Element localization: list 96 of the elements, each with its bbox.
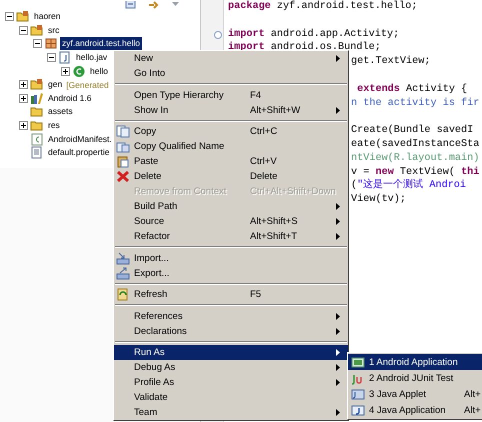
tree-item[interactable]: default.propertie [46, 146, 112, 160]
menu-item[interactable]: Debug As [114, 360, 348, 375]
menu-item[interactable]: Source Alt+Shift+S [114, 214, 348, 229]
submenu-arrow-icon [336, 328, 340, 334]
refresh-icon [116, 288, 130, 301]
tree-item[interactable]: res [46, 119, 62, 132]
menu-item[interactable]: References [114, 308, 348, 324]
submenu-arrow-icon [336, 233, 340, 240]
collapse-all-icon[interactable] [125, 1, 136, 9]
expand-icon[interactable] [19, 80, 28, 90]
folder-icon [30, 119, 44, 132]
code-text: View(tv); [351, 193, 406, 207]
java-file-icon [58, 51, 72, 64]
tree-item[interactable]: assets [46, 105, 75, 118]
menu-item[interactable]: 2 Android JUnit Test [348, 370, 482, 386]
submenu-arrow-icon [336, 106, 340, 114]
link-icon[interactable] [148, 1, 159, 9]
tree-item[interactable]: AndroidManifest. [46, 132, 114, 146]
menu-item[interactable]: Show In Alt+Shift+W [114, 102, 348, 118]
code-text: eate(savedInstanceSta [351, 138, 480, 152]
menu-item[interactable]: 4 Java Application Alt+ [348, 402, 482, 418]
code-text: "这是一个测试 Androi [357, 179, 466, 194]
expand-icon[interactable] [19, 121, 28, 130]
code-text: TextView( [398, 166, 456, 178]
collapse-icon[interactable] [5, 12, 14, 22]
code-text: Create(Bundle savedI [351, 124, 474, 138]
tree-item[interactable]: src [46, 24, 62, 37]
submenu-arrow-icon [336, 364, 340, 371]
submenu-arrow-icon [336, 312, 340, 320]
menu-item[interactable]: 1 Android Application [348, 354, 482, 370]
applet-icon [351, 388, 365, 400]
menu-item[interactable]: Refresh F5 [114, 287, 348, 302]
text-file-icon [30, 146, 44, 160]
code-text: package [228, 0, 271, 14]
import-icon [116, 252, 130, 264]
code-text: zyf.android.test.hello; [276, 0, 418, 14]
menu-item[interactable]: Export... [114, 266, 348, 280]
collapse-icon[interactable] [33, 39, 42, 48]
tree-item-decoration: [Generated [66, 80, 109, 90]
package-icon [44, 37, 58, 50]
menu-item[interactable]: Go Into [114, 66, 348, 81]
collapse-icon[interactable] [19, 26, 28, 35]
folder-icon [30, 105, 44, 118]
expand-icon[interactable] [19, 94, 28, 103]
code-text: ( [351, 179, 358, 194]
tree-item[interactable]: zyf.android.test.hello [60, 37, 142, 50]
menu-item[interactable]: Run As [114, 345, 348, 360]
export-icon [116, 266, 130, 280]
code-text: extends [356, 82, 400, 97]
code-text: new [375, 166, 394, 179]
submenu-arrow-icon [336, 409, 340, 416]
tree-item[interactable]: gen [46, 78, 64, 92]
submenu-arrow-icon [336, 218, 340, 225]
library-icon [30, 92, 44, 105]
paste-icon [116, 155, 130, 168]
submenu-arrow-icon [336, 55, 340, 62]
menu-item[interactable]: Paste Ctrl+V [114, 154, 348, 169]
code-text: android.app.Activity; [270, 28, 400, 42]
tree-item[interactable]: hello.jav [74, 51, 110, 64]
source-folder-icon [30, 24, 44, 37]
menu-item[interactable]: Validate [114, 390, 348, 405]
code-text: get.TextView; [351, 55, 430, 69]
java-app-icon [351, 404, 365, 416]
delete-icon [116, 170, 130, 183]
class-icon [72, 64, 86, 78]
copy-icon [116, 140, 130, 153]
menu-item[interactable]: Copy Ctrl+C [114, 124, 348, 139]
menu-item[interactable]: Refactor Alt+Shift+T [114, 229, 348, 244]
menu-item[interactable]: Team [114, 405, 348, 420]
submenu-arrow-icon [336, 379, 340, 386]
android-file-icon [30, 132, 44, 146]
expand-icon[interactable] [61, 66, 70, 76]
android-app-icon [351, 356, 365, 368]
menu-item[interactable]: Import... [114, 250, 348, 266]
folder-icon [30, 78, 44, 92]
submenu-arrow-icon [336, 349, 340, 356]
collapse-icon[interactable] [47, 53, 56, 62]
menu-item[interactable]: Declarations [114, 324, 348, 338]
menu-item[interactable]: Delete Delete [114, 169, 348, 184]
project-folder-icon [16, 10, 30, 24]
tree-item[interactable]: Android 1.6 [46, 92, 94, 105]
code-text: import [228, 28, 265, 42]
tree-item[interactable]: haoren [32, 10, 62, 24]
menu-item[interactable]: Profile As [114, 375, 348, 390]
code-text: ntView(R.layout.main) [351, 152, 480, 166]
menu-item[interactable]: Open Type Hierarchy F4 [114, 88, 348, 102]
tree-item[interactable]: hello [88, 64, 110, 78]
code-text: v = [351, 166, 370, 178]
copy-icon [116, 125, 130, 138]
menu-item[interactable]: 3 Java Applet Alt+ [348, 386, 482, 402]
submenu-arrow-icon [336, 203, 340, 210]
code-text: thi [461, 166, 480, 180]
code-text: n the activity is fir [351, 96, 480, 110]
menu-item[interactable]: Copy Qualified Name [114, 139, 348, 154]
code-text: Activity { [405, 82, 468, 97]
menu-item[interactable]: Build Path [114, 199, 348, 214]
